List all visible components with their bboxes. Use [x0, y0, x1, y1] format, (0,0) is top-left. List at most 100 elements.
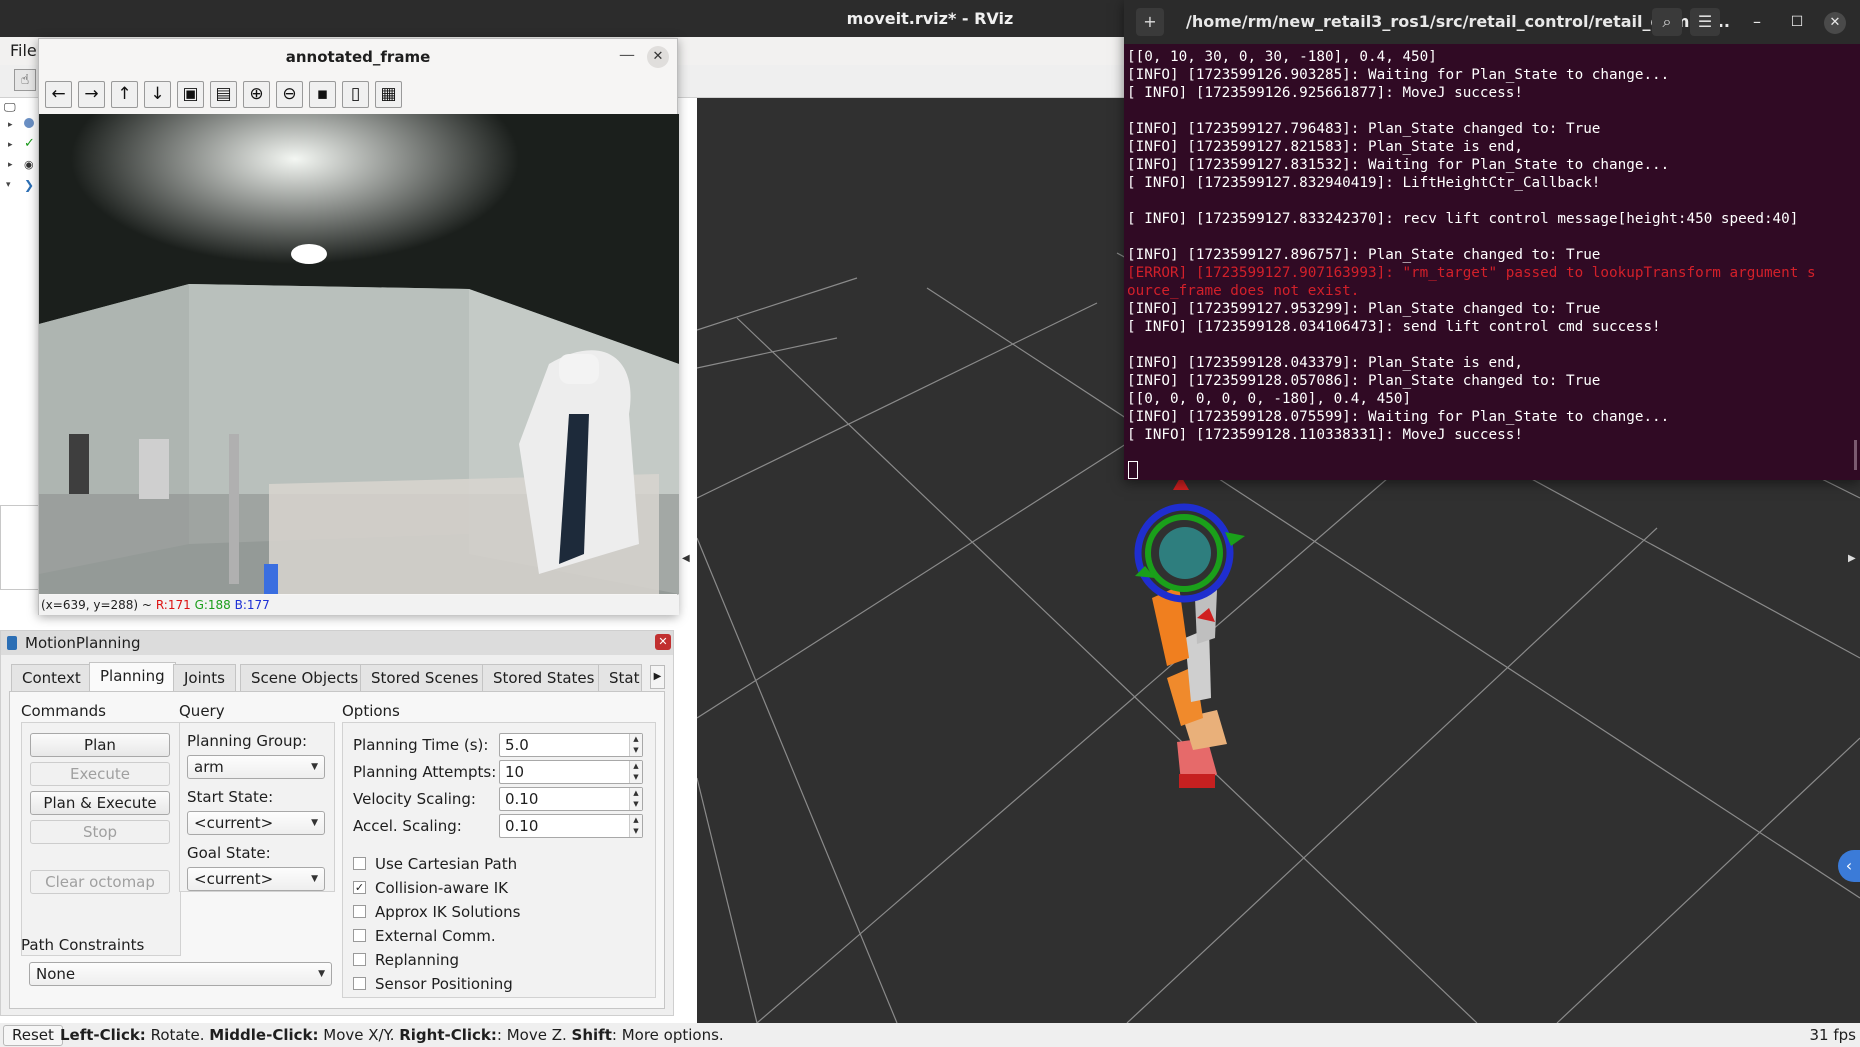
zoom-original-icon[interactable]: ▤ [210, 81, 237, 108]
arrow-up-icon[interactable]: ↑ [111, 81, 138, 108]
planning-time-input[interactable]: 5.0 ▲ ▼ [499, 733, 643, 757]
spin-arrows-icon[interactable]: ▲ ▼ [629, 734, 642, 756]
settings-icon[interactable]: ▦ [375, 81, 402, 108]
planning-group-select[interactable]: arm ▼ [187, 755, 325, 779]
goal-state-select[interactable]: <current> ▼ [187, 867, 325, 891]
motion-planning-panel: MotionPlanning ✕ Context Planning Joints… [0, 630, 674, 1016]
interact-tool-icon[interactable]: ☝ [14, 69, 36, 91]
hint-left-key: Left-Click: [60, 1026, 146, 1044]
save-icon[interactable]: ▪ [309, 81, 336, 108]
arrow-left-icon[interactable]: ← [45, 81, 72, 108]
terminal-output[interactable]: [[0, 10, 30, 0, 30, -180], 0.4, 450] [INF… [1127, 48, 1860, 476]
tab-stored-states[interactable]: Stored States [482, 664, 606, 691]
external-comm-checkbox[interactable]: External Comm. [353, 926, 496, 946]
panel-header: MotionPlanning [1, 631, 673, 655]
close-icon[interactable]: ✕ [647, 46, 669, 68]
terminal-line: [ERROR] [1723599127.907163993]: "rm_targ… [1127, 265, 1816, 281]
search-icon[interactable]: ⌕ [1652, 8, 1682, 36]
close-icon[interactable]: ✕ [1824, 12, 1846, 34]
camera-scene [39, 114, 679, 594]
pixel-green: G:188 [194, 598, 231, 612]
collapse-left-arrow-icon[interactable]: ◀ [682, 553, 694, 567]
copy-icon[interactable]: ▯ [342, 81, 369, 108]
terminal-line: [[0, 0, 0, 0, 0, -180], 0.4, 450] [1127, 391, 1412, 407]
approx-ik-checkbox[interactable]: Approx IK Solutions [353, 902, 520, 922]
spin-arrows-icon[interactable]: ▲ ▼ [629, 761, 642, 783]
menu-file[interactable]: File [10, 37, 37, 65]
minimize-icon[interactable]: – [1744, 0, 1770, 44]
sensor-positioning-checkbox[interactable]: Sensor Positioning [353, 974, 513, 994]
chevron-down-icon: ▼ [318, 969, 325, 979]
camera-image[interactable] [39, 114, 679, 594]
checkbox-box [353, 953, 366, 966]
execute-button[interactable]: Execute [30, 762, 170, 786]
new-tab-icon[interactable]: + [1136, 8, 1164, 36]
terminal-line: [INFO] [1723599128.043379]: Plan_State i… [1127, 355, 1523, 371]
collision-aware-label: Collision-aware IK [375, 879, 508, 897]
close-panel-icon[interactable]: ✕ [655, 634, 671, 650]
pixel-info: (x=639, y=288) ~ R:171 G:188 B:177 [39, 595, 679, 615]
hint-left-val: Rotate. [145, 1026, 210, 1044]
plan-button[interactable]: Plan [30, 733, 170, 757]
terminal-line: [[0, 10, 30, 0, 30, -180], 0.4, 450] [1127, 49, 1437, 65]
hint-shift-key: Shift [571, 1026, 612, 1044]
zoom-in-icon[interactable]: ⊕ [243, 81, 270, 108]
hint-right-key: Right-Click: [399, 1026, 497, 1044]
zoom-out-icon[interactable]: ⊖ [276, 81, 303, 108]
collapse-right-arrow-icon[interactable]: ▶ [1848, 553, 1856, 564]
start-state-select[interactable]: <current> ▼ [187, 811, 325, 835]
pixel-blue: B:177 [234, 598, 270, 612]
velocity-scaling-input[interactable]: 0.10 ▲ ▼ [499, 787, 643, 811]
planning-attempts-input[interactable]: 10 ▲ ▼ [499, 760, 643, 784]
terminal-line: [INFO] [1723599127.953299]: Plan_State c… [1127, 301, 1601, 317]
checkbox-box [353, 857, 366, 870]
planning-time-value: 5.0 [505, 736, 529, 754]
fps-counter: 31 fps [1809, 1026, 1856, 1044]
terminal-scrollbar[interactable] [1854, 440, 1857, 470]
terminal-line: [INFO] [1723599128.075599]: Waiting for … [1127, 409, 1670, 425]
replanning-label: Replanning [375, 951, 460, 969]
path-constraints-select[interactable]: None ▼ [29, 962, 332, 986]
external-comm-label: External Comm. [375, 927, 496, 945]
tab-scroll-right-icon[interactable]: ▶ [650, 665, 665, 689]
reset-button[interactable]: Reset [3, 1025, 63, 1046]
tab-stored-scenes[interactable]: Stored Scenes [360, 664, 490, 691]
accel-scaling-label: Accel. Scaling: [353, 817, 462, 835]
expand-arrow-icon[interactable]: ▸ [8, 120, 13, 130]
global-options-icon [24, 118, 34, 128]
terminal-header: + /home/rm/new_retail3_ros1/src/retail_c… [1124, 0, 1860, 44]
spin-arrows-icon[interactable]: ▲ ▼ [629, 788, 642, 810]
expand-arrow-icon[interactable]: ▸ [8, 160, 13, 170]
arrow-down-icon[interactable]: ↓ [144, 81, 171, 108]
clear-octomap-button[interactable]: Clear octomap [30, 870, 170, 894]
stop-button[interactable]: Stop [30, 820, 170, 844]
expand-arrow-icon[interactable]: ▸ [8, 140, 13, 150]
tab-joints[interactable]: Joints [173, 664, 236, 691]
tab-scene-objects[interactable]: Scene Objects [240, 664, 370, 691]
tab-status[interactable]: Stat [598, 664, 642, 691]
maximize-icon[interactable]: ☐ [1784, 0, 1810, 44]
minimize-icon[interactable]: — [619, 43, 635, 67]
arrow-right-icon[interactable]: → [78, 81, 105, 108]
use-cartesian-label: Use Cartesian Path [375, 855, 518, 873]
hamburger-menu-icon[interactable]: ☰ [1690, 8, 1720, 36]
robot-arm[interactable] [1134, 476, 1245, 788]
accel-scaling-input[interactable]: 0.10 ▲ ▼ [499, 814, 643, 838]
terminal-line: [ INFO] [1723599128.034106473]: send lif… [1127, 319, 1661, 335]
chevron-down-icon: ▼ [311, 818, 318, 828]
collision-aware-checkbox[interactable]: ✓ Collision-aware IK [353, 878, 508, 898]
collapse-arrow-icon[interactable]: ▾ [6, 180, 11, 190]
motion-planning-icon: ❯ [24, 178, 35, 192]
use-cartesian-checkbox[interactable]: Use Cartesian Path [353, 854, 517, 874]
tab-planning[interactable]: Planning [89, 662, 176, 691]
spin-arrows-icon[interactable]: ▲ ▼ [629, 815, 642, 837]
terminal-line: [INFO] [1723599127.831532]: Waiting for … [1127, 157, 1670, 173]
image-toolbar: ← → ↑ ↓ ▣ ▤ ⊕ ⊖ ▪ ▯ ▦ [45, 81, 408, 109]
zoom-fit-icon[interactable]: ▣ [177, 81, 204, 108]
replanning-checkbox[interactable]: Replanning [353, 950, 459, 970]
plan-execute-button[interactable]: Plan & Execute [30, 791, 170, 815]
tab-context[interactable]: Context [11, 664, 92, 691]
